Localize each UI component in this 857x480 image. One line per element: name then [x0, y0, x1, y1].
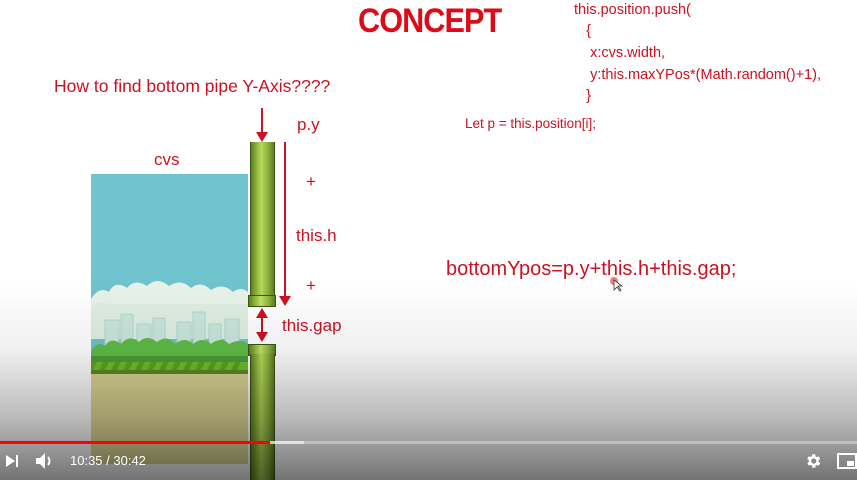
time-display: 10:35 / 30:42 — [70, 453, 146, 468]
video-frame[interactable]: CONCEPT this.position.push( { x:cvs.widt… — [0, 0, 857, 480]
play-icon[interactable] — [4, 453, 20, 469]
volume-icon[interactable] — [35, 452, 55, 470]
progress-played — [0, 441, 271, 444]
progress-bar[interactable] — [0, 441, 857, 444]
player-controls: 10:35 / 30:42 — [0, 441, 857, 480]
miniplayer-icon[interactable] — [837, 453, 857, 469]
gear-icon[interactable] — [804, 452, 822, 470]
annotation-arrows — [256, 108, 291, 342]
